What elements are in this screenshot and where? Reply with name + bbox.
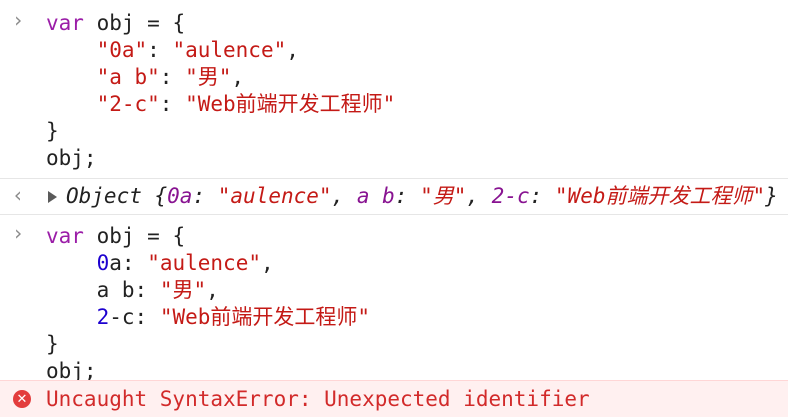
- code-punct: ,: [260, 251, 274, 275]
- return-chevron-icon: ‹: [12, 183, 25, 207]
- object-preview[interactable]: Object {0a: "aulence", a b: "男", 2-c: "W…: [66, 183, 778, 209]
- object-value: "男": [420, 184, 467, 208]
- code-line: var obj = {: [46, 10, 185, 36]
- string-key: "2-c": [96, 92, 160, 116]
- code-text: obj = {: [83, 11, 186, 35]
- code-sep: :: [121, 251, 148, 275]
- string-key: "a b": [96, 65, 160, 89]
- code-sep: :: [147, 38, 173, 62]
- object-value: "aulence": [217, 184, 332, 208]
- console-error-entry: ✕ Uncaught SyntaxError: Unexpected ident…: [0, 380, 788, 417]
- identifier: a: [109, 251, 122, 275]
- keyword: var: [46, 224, 84, 248]
- console-input-entry[interactable]: › var obj = { 0a: "aulence", a b: "男", 2…: [0, 215, 788, 383]
- code-line: "2-c": "Web前端开发工程师": [46, 91, 396, 117]
- identifier: -c: [109, 305, 135, 329]
- code-line: obj;: [46, 146, 97, 170]
- code-sep: :: [159, 92, 186, 116]
- code-line: }: [46, 119, 59, 143]
- code-sep: :: [134, 278, 160, 302]
- string-value: "男": [159, 278, 207, 302]
- code-punct: ,: [331, 184, 357, 208]
- code-text: obj = {: [83, 224, 186, 248]
- code-punct: ,: [231, 65, 245, 89]
- number-token: 2: [96, 305, 110, 329]
- string-value: "aulence": [147, 251, 261, 275]
- code-sep: :: [159, 65, 186, 89]
- code-line: }: [46, 332, 59, 356]
- code-sep: :: [192, 184, 218, 208]
- object-key: 2-c: [491, 184, 530, 208]
- string-key: "0a": [96, 38, 148, 62]
- devtools-console: › var obj = { "0a": "aulence", "a b": "男…: [0, 0, 788, 417]
- code-punct: ,: [286, 38, 299, 62]
- code-line: 0a: "aulence",: [46, 250, 274, 276]
- console-result-entry: ‹ Object {0a: "aulence", a b: "男", 2-c: …: [0, 178, 788, 215]
- object-type: Object: [66, 184, 142, 208]
- code-line: a b: "男",: [46, 277, 219, 303]
- code-line: "0a": "aulence",: [46, 37, 299, 63]
- error-message: Uncaught SyntaxError: Unexpected identif…: [46, 387, 590, 411]
- string-value: "aulence": [172, 38, 287, 62]
- code-punct: ,: [466, 184, 492, 208]
- object-key: a b: [356, 184, 395, 208]
- identifier: a b: [96, 278, 135, 302]
- string-value: "男": [185, 65, 232, 89]
- expand-triangle-icon[interactable]: [48, 191, 57, 203]
- prompt-chevron-icon: ›: [12, 221, 25, 245]
- object-value: "Web前端开发工程师": [554, 184, 766, 208]
- error-icon: ✕: [13, 390, 31, 408]
- string-value: "Web前端开发工程师": [159, 305, 371, 329]
- prompt-chevron-icon: ›: [12, 8, 25, 32]
- number-token: 0: [96, 251, 110, 275]
- object-key: 0a: [167, 184, 193, 208]
- string-value: "Web前端开发工程师": [185, 92, 396, 116]
- code-line: 2-c: "Web前端开发工程师": [46, 304, 370, 330]
- code-punct: ,: [206, 278, 219, 302]
- code-sep: :: [394, 184, 421, 208]
- code-punct: }: [765, 184, 778, 208]
- code-line: "a b": "男",: [46, 64, 244, 90]
- code-punct: {: [141, 184, 168, 208]
- keyword: var: [46, 11, 84, 35]
- code-line: var obj = {: [46, 223, 185, 249]
- code-sep: :: [529, 184, 555, 208]
- console-input-entry[interactable]: › var obj = { "0a": "aulence", "a b": "男…: [0, 0, 788, 178]
- code-sep: :: [134, 305, 160, 329]
